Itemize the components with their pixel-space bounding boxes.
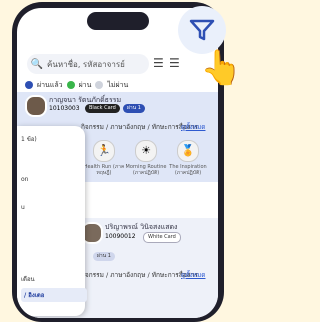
search-icon: 🔍 <box>30 58 44 70</box>
badge-label: The Inspiration (ภาคปฏิบัติ) <box>169 164 207 176</box>
view-all-link[interactable]: ดูทั้งหมด <box>181 122 205 132</box>
status-badge: ผ่าน 1 <box>123 104 145 113</box>
sort-icon[interactable]: ☰ <box>153 56 164 70</box>
sun-icon: ☀ <box>135 140 157 162</box>
filter-dropdown-panel: 1 ข้อ) on u เดือน / อิงเดอ <box>17 126 87 316</box>
search-placeholder: ค้นหาชื่อ, รหัสอาจารย์ <box>47 59 125 69</box>
legend-passed-label: ผ่านแล้ว <box>37 80 63 89</box>
teacher-id: 10103003 <box>49 105 80 112</box>
card-type-badge: White Card <box>143 232 181 243</box>
filter-option[interactable]: 1 ข้อ) <box>21 134 37 144</box>
filter-option[interactable]: on <box>21 176 28 183</box>
app-screen: 🔍 ค้นหาชื่อ, รหัสอาจารย์ ☰ ☰ ผ่านแล้ว ผ่… <box>17 8 218 318</box>
badge-label: Health Run (ภาคทฤษฎี) <box>83 164 125 176</box>
status-legend: ผ่านแล้ว ผ่าน ไม่ผ่าน <box>25 78 128 92</box>
legend-pass-label: ผ่าน <box>78 80 92 89</box>
view-all-link[interactable]: ดูทั้งหมด <box>181 270 205 280</box>
medal-icon: 🏅 <box>177 140 199 162</box>
tap-hand-icon: 👆 <box>200 48 243 88</box>
card-type-badge: Black Card <box>85 104 120 113</box>
teacher-id: 10090012 <box>105 233 136 240</box>
status-badge: ผ่าน 1 <box>93 252 115 261</box>
filter-list-icon[interactable]: ☰ <box>169 56 180 70</box>
phone-notch <box>87 12 149 30</box>
avatar <box>25 95 47 117</box>
filter-option-selected[interactable]: / อิงเดอ <box>21 288 87 302</box>
passed-dot <box>25 81 33 89</box>
filter-option[interactable]: u <box>21 204 25 211</box>
funnel-icon <box>189 19 215 41</box>
fail-dot <box>95 81 104 89</box>
filter-button[interactable] <box>178 6 226 54</box>
running-icon: 🏃 <box>93 140 115 162</box>
pass-dot <box>66 81 75 89</box>
badge-label: Morning Routine (ภาคปฏิบัติ) <box>125 164 167 176</box>
filter-option[interactable]: เดือน <box>21 274 35 284</box>
search-input[interactable]: 🔍 ค้นหาชื่อ, รหัสอาจารย์ <box>27 54 149 74</box>
legend-fail-label: ไม่ผ่าน <box>107 80 129 89</box>
